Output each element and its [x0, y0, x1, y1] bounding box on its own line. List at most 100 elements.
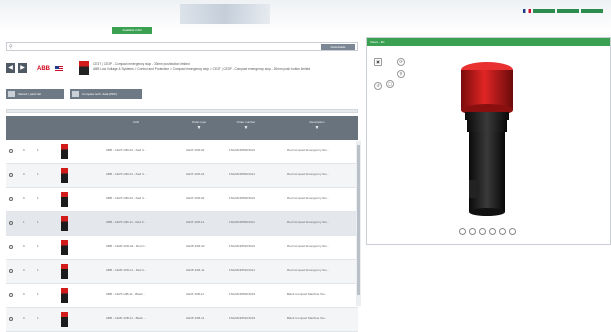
viewer-toolbar: [459, 228, 516, 235]
product-thumbnail: [79, 61, 89, 75]
row-name[interactable]: ABB - CE3P-10R-02 - Red C...: [106, 244, 147, 248]
top-green-button[interactable]: Available CAD: [112, 27, 152, 34]
header-banner-image: [180, 4, 270, 24]
row-name[interactable]: ABB - CE3T-10R-01 - Red C...: [106, 172, 147, 176]
col-header-label: Order type: [191, 120, 207, 124]
flag-icon[interactable]: [523, 9, 531, 13]
table-row[interactable]: 0 1 ABB - CE3T-10B-11 - Black ... CE3T-10B-…: [6, 284, 358, 308]
row-radio[interactable]: [9, 149, 13, 153]
row-order-number: 1SFA619551R1011: [229, 268, 255, 272]
row-radio[interactable]: [9, 293, 13, 297]
search-input[interactable]: [17, 44, 307, 50]
row-flag-b: 1: [37, 220, 39, 224]
row-radio[interactable]: [9, 197, 13, 201]
table-row[interactable]: 0 1 ABB - CE3P-10B-11 - Black ... CE3P-10B-…: [6, 308, 358, 332]
row-name[interactable]: ABB - CE3T-10B-11 - Black ...: [106, 292, 146, 296]
row-name[interactable]: ABB - CE3P-10B-11 - Black ...: [106, 316, 146, 320]
row-description: Red Compact Emergency Sto...: [287, 172, 330, 176]
sort-arrow-icon[interactable]: ▼: [179, 126, 219, 131]
row-flag-a: 0: [23, 148, 25, 152]
row-description: Red Compact Emergency Sto...: [287, 148, 330, 152]
col-header-order-number[interactable]: Order number ▼: [222, 120, 270, 131]
section-icon[interactable]: [499, 228, 506, 235]
brand-logo: ABB: [37, 66, 50, 72]
row-order-type: CE3T-10B-11: [186, 292, 204, 296]
row-description: Red Compact Emergency Sto...: [287, 220, 330, 224]
row-order-number: 1SFA619550R1019: [229, 292, 256, 296]
zoom-icon[interactable]: ⚲: [397, 70, 405, 78]
row-thumbnail: [61, 192, 68, 207]
3d-viewer-panel[interactable]: Views - 3D ▣ ⟳ ⚲ ↺ ◯: [366, 37, 611, 245]
measure-icon[interactable]: ◯: [386, 80, 394, 88]
reset-icon[interactable]: ↺: [374, 82, 382, 90]
scroll-thumb[interactable]: [357, 145, 360, 295]
product-breadcrumb: ABB Low Voltage & Systems > Control and …: [93, 67, 311, 71]
row-name[interactable]: ABB - CE3T-10R-02 - Red C...: [106, 148, 147, 152]
zoom-in-icon[interactable]: [479, 228, 486, 235]
row-flag-b: 1: [37, 172, 39, 176]
row-flag-b: 1: [37, 148, 39, 152]
compare-label: Compare tech. data (PDF): [82, 92, 118, 96]
row-order-type: CE3T-10R-11: [186, 220, 205, 224]
row-radio[interactable]: [9, 245, 13, 249]
row-flag-a: 1: [23, 220, 25, 224]
vertical-scrollbar[interactable]: [356, 141, 361, 306]
settings-icon[interactable]: [509, 228, 516, 235]
row-order-number: 1SFA619550R1021: [229, 196, 256, 200]
col-header-description[interactable]: Description ▼: [282, 120, 352, 131]
fit-icon[interactable]: [469, 228, 476, 235]
row-order-type: CE3T-10R-02: [186, 196, 205, 200]
search-icon: ⚲: [9, 44, 13, 50]
search-bar[interactable]: ⚲ Downloads: [6, 42, 358, 51]
lang-button[interactable]: [533, 9, 555, 13]
row-thumbnail: [61, 144, 68, 159]
col-header-order-type[interactable]: Order type ▼: [179, 120, 219, 131]
table-row[interactable]: 0 1 ABB - CE3P-10R-02 - Red C... CE3P-10R-0…: [6, 236, 358, 260]
table-row[interactable]: 0 1 ABB - CE3T-10R-02 - Red C... CE3T-10R-0…: [6, 188, 358, 212]
product-3d-model[interactable]: [437, 60, 537, 230]
row-radio[interactable]: [9, 317, 13, 321]
row-radio[interactable]: [9, 173, 13, 177]
row-flag-b: 1: [37, 244, 39, 248]
row-radio[interactable]: [9, 269, 13, 273]
row-order-type: CE3P-10R-11: [186, 268, 205, 272]
row-description: Red Compact Emergency Sto...: [287, 196, 330, 200]
row-name[interactable]: ABB - CE3P-10R-11 - Red C...: [106, 268, 147, 272]
zoom-out-icon[interactable]: [459, 228, 466, 235]
home-view-icon[interactable]: ▣: [374, 58, 382, 66]
row-order-number: 1SFA619550R1011: [229, 172, 255, 176]
row-name[interactable]: ABB - CE3T-10R-02 - Red C...: [106, 196, 147, 200]
col-header-label: CAD: [132, 120, 140, 124]
product-title: CE3T | CE3P - Compact emergency stop - 3…: [93, 62, 353, 72]
row-flag-b: 1: [37, 316, 39, 320]
downloads-button[interactable]: Downloads: [321, 44, 355, 50]
select-variant-button[interactable]: Variant / parts list: [6, 89, 64, 99]
table-row[interactable]: 0 1 ABB - CE3T-10R-02 - Red C... CE3T-10R-0…: [6, 140, 358, 164]
row-description: Black Compact Machine Sto...: [287, 292, 328, 296]
compare-button[interactable]: Compare tech. data (PDF): [70, 89, 142, 99]
forward-button[interactable]: ▶: [18, 63, 27, 73]
lang-button[interactable]: [581, 9, 603, 13]
language-bar[interactable]: [523, 9, 603, 13]
row-order-type: CE3P-10R-02: [186, 244, 205, 248]
table-row[interactable]: 0 1 ABB - CE3T-10R-01 - Red C... CE3T-10R-0…: [6, 164, 358, 188]
pan-icon[interactable]: [489, 228, 496, 235]
row-order-type: CE3T-10R-01: [186, 172, 205, 176]
us-flag-icon: [55, 66, 63, 71]
horizontal-scrollbar[interactable]: [6, 109, 358, 113]
viewer-title: Views - 3D: [367, 38, 610, 46]
back-button[interactable]: ◀: [6, 63, 15, 73]
table-row[interactable]: 1 1 ABB - CE3T-10R-11 - Red C... CE3T-10R-1…: [6, 212, 358, 236]
row-radio[interactable]: [9, 221, 13, 225]
row-thumbnail: [61, 312, 68, 327]
row-description: Black Compact Machine Sto...: [287, 316, 328, 320]
lang-button[interactable]: [557, 9, 579, 13]
table-row[interactable]: 0 1 ABB - CE3P-10R-11 - Red C... CE3P-10R-1…: [6, 260, 358, 284]
sort-arrow-icon[interactable]: ▼: [222, 126, 270, 131]
row-thumbnail: [61, 168, 68, 183]
row-name[interactable]: ABB - CE3T-10R-11 - Red C...: [106, 220, 146, 224]
col-header-cad[interactable]: CAD: [106, 120, 166, 124]
sort-arrow-icon[interactable]: ▼: [282, 126, 352, 131]
rotate-icon[interactable]: ⟳: [397, 58, 405, 66]
row-order-type: CE3P-10B-11: [186, 316, 205, 320]
